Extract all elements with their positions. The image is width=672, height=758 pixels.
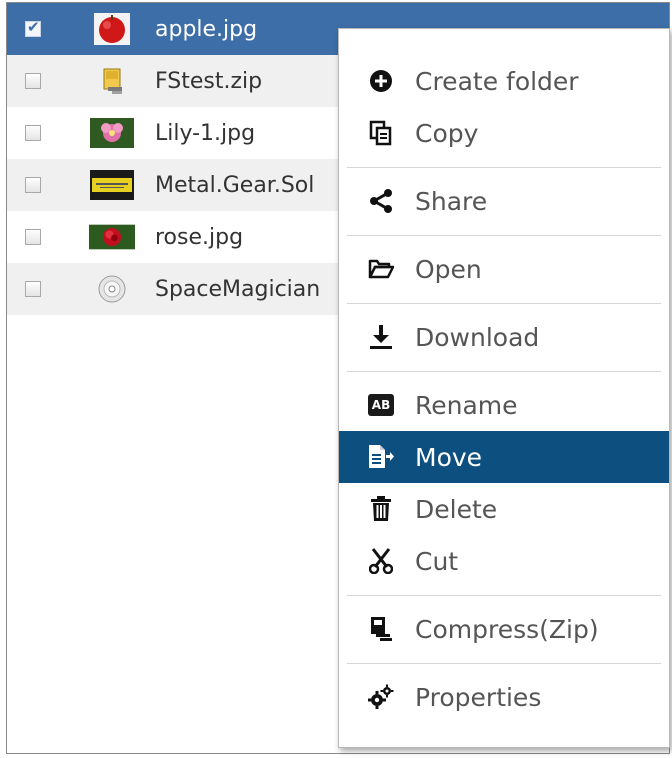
file-name[interactable]: Lily-1.jpg [155,121,255,146]
rose-thumbnail [89,221,135,253]
menu-item-delete[interactable]: Delete [339,483,669,535]
file-name[interactable]: rose.jpg [155,225,243,250]
rename-icon: AB [367,391,395,419]
menu-label: Copy [415,118,479,148]
apple-thumbnail [89,13,135,45]
plus-circle-icon [367,67,395,95]
menu-item-share[interactable]: Share [339,175,669,227]
menu-label: Rename [415,390,518,420]
menu-separator [347,235,661,236]
menu-label: Compress(Zip) [415,614,599,644]
scissors-icon [367,547,395,575]
metal-gear-thumbnail [89,169,135,201]
file-name[interactable]: Metal.Gear.Sol [155,173,314,198]
menu-separator [347,371,661,372]
menu-item-open[interactable]: Open [339,243,669,295]
row-checkbox[interactable]: ✔ [25,18,41,37]
gears-icon [367,683,395,711]
menu-label: Properties [415,682,542,712]
menu-item-compress[interactable]: Compress(Zip) [339,603,669,655]
copy-icon [367,119,395,147]
menu-item-rename[interactable]: AB Rename [339,379,669,431]
menu-label: Open [415,254,482,284]
menu-item-move[interactable]: Move [339,431,669,483]
lily-thumbnail [89,117,135,149]
menu-label: Share [415,186,488,216]
file-name[interactable]: apple.jpg [155,17,257,42]
menu-separator [347,303,661,304]
disc-icon [89,273,135,305]
menu-separator [347,595,661,596]
menu-label: Create folder [415,66,579,96]
trash-icon [367,495,395,523]
row-checkbox[interactable] [25,125,41,141]
menu-item-download[interactable]: Download [339,311,669,363]
rename-icon-text: AB [368,394,394,416]
menu-item-cut[interactable]: Cut [339,535,669,587]
menu-separator [347,167,661,168]
download-icon [367,323,395,351]
menu-label: Move [415,442,483,472]
row-checkbox[interactable] [25,281,41,297]
row-checkbox[interactable] [25,177,41,193]
file-name[interactable]: SpaceMagician [155,277,320,302]
menu-item-copy[interactable]: Copy [339,107,669,159]
move-file-icon [367,443,395,471]
file-name[interactable]: FStest.zip [155,69,262,94]
zip-archive-icon [89,65,135,97]
menu-label: Delete [415,494,498,524]
menu-separator [347,663,661,664]
menu-item-properties[interactable]: Properties [339,671,669,723]
context-menu: Create folder Copy Share Open Download A… [338,28,670,748]
menu-label: Download [415,322,540,352]
compress-icon [367,615,395,643]
share-icon [367,187,395,215]
row-checkbox[interactable] [25,73,41,89]
folder-open-icon [367,255,395,283]
menu-item-create-folder[interactable]: Create folder [339,55,669,107]
menu-label: Cut [415,546,459,576]
row-checkbox[interactable] [25,229,41,245]
